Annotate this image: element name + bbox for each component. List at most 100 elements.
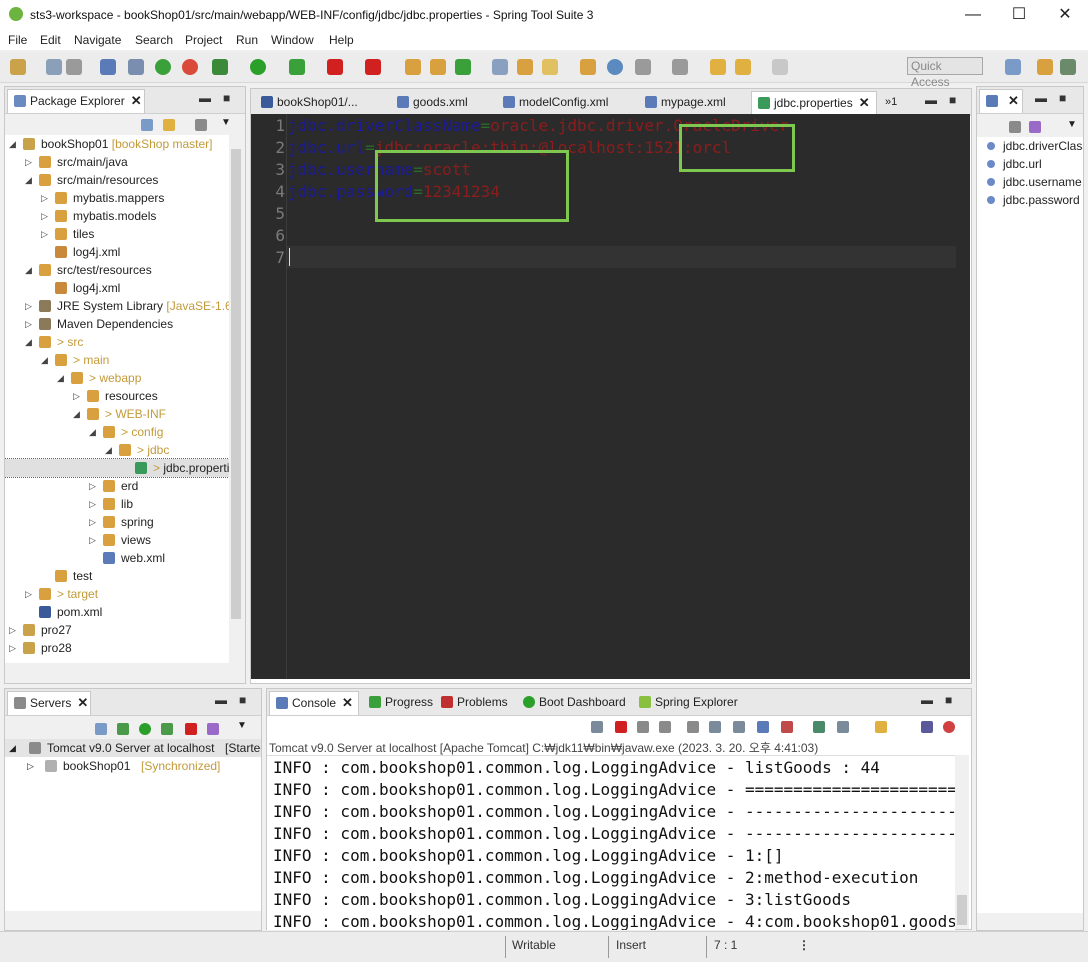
servers-hscroll[interactable] <box>5 911 261 927</box>
tree-item[interactable]: ▷ mybatis.mappers <box>5 189 229 207</box>
expand-icon[interactable]: ▷ <box>89 477 97 495</box>
collapse-all-icon[interactable] <box>95 723 107 735</box>
boot-run-icon[interactable] <box>155 59 171 75</box>
tree-item[interactable]: ▷ mybatis.models <box>5 207 229 225</box>
expand-icon[interactable]: ◢ <box>9 739 16 757</box>
close-icon[interactable]: ✕ <box>859 95 870 110</box>
expand-icon[interactable]: ▷ <box>25 297 33 315</box>
close-button[interactable]: ✕ <box>1042 0 1088 30</box>
external-tools-icon[interactable] <box>365 59 381 75</box>
maximize-button[interactable]: ☐ <box>996 0 1042 30</box>
tab-outline[interactable]: ✕ <box>979 89 1023 113</box>
menu-search[interactable]: Search <box>135 33 173 47</box>
link-editor-icon[interactable] <box>163 119 175 131</box>
scroll-lock-icon[interactable] <box>709 721 721 733</box>
quick-access-input[interactable]: Quick Access <box>907 57 983 89</box>
tree-item[interactable]: ◢ src/main/resources <box>5 171 229 189</box>
open-perspective-icon[interactable] <box>1005 59 1021 75</box>
tree-item[interactable]: ◢ > WEB-INF <box>5 405 229 423</box>
collapse-icon[interactable]: ◢ <box>25 261 33 279</box>
menu-window[interactable]: Window <box>271 33 314 47</box>
package-tree-hscroll[interactable] <box>5 663 229 677</box>
outline-item[interactable]: jdbc.username <box>987 173 1082 191</box>
minimize-view-icon[interactable]: ▬ <box>1035 91 1047 105</box>
tab-package-explorer[interactable]: Package Explorer ✕ <box>7 89 145 113</box>
stop-server-icon[interactable] <box>185 723 197 735</box>
tree-item[interactable]: web.xml <box>5 549 229 567</box>
save-all-icon[interactable] <box>66 59 82 75</box>
tree-item[interactable]: ◢ src/test/resources <box>5 261 229 279</box>
tree-item[interactable]: ▷ pro28 <box>5 639 229 657</box>
java-ee-perspective-icon[interactable] <box>1037 59 1053 75</box>
minimize-button[interactable]: — <box>950 0 996 30</box>
run-server-icon[interactable] <box>289 59 305 75</box>
minimize-view-icon[interactable]: ▬ <box>921 693 933 707</box>
tree-item[interactable]: ▷ pro27 <box>5 621 229 639</box>
view-menu-icon[interactable]: ▼ <box>1067 119 1077 130</box>
tree-item[interactable]: log4j.xml <box>5 243 229 261</box>
expand-icon[interactable]: ▷ <box>89 531 97 549</box>
status-more-icon[interactable]: ⋮ <box>798 938 810 952</box>
open-type-icon[interactable] <box>492 59 508 75</box>
maximize-view-icon[interactable]: ■ <box>949 93 956 107</box>
last-edit-icon[interactable] <box>710 59 726 75</box>
tab-jdbc-properties[interactable]: jdbc.properties ✕ <box>751 91 877 115</box>
highlight-icon[interactable] <box>542 59 558 75</box>
show-on-error-icon[interactable] <box>781 721 793 733</box>
expand-icon[interactable]: ▷ <box>41 207 49 225</box>
show-on-output-icon[interactable] <box>757 721 769 733</box>
maximize-view-icon[interactable]: ■ <box>239 693 246 707</box>
tree-item[interactable]: test <box>5 567 229 585</box>
collapse-icon[interactable]: ◢ <box>73 405 81 423</box>
debug-server-icon[interactable] <box>117 723 129 735</box>
pin-editor-icon[interactable] <box>635 59 651 75</box>
tree-item[interactable]: ▷ > target <box>5 585 229 603</box>
outline-item[interactable]: jdbc.url <box>987 155 1042 173</box>
tree-item[interactable]: ▷ views <box>5 531 229 549</box>
collapse-icon[interactable]: ◢ <box>89 423 97 441</box>
properties-icon[interactable] <box>921 721 933 733</box>
tree-item[interactable]: ▷ Maven Dependencies <box>5 315 229 333</box>
tree-item[interactable]: ◢ > jdbc <box>5 441 229 459</box>
expand-icon[interactable]: ▷ <box>73 387 81 405</box>
tab-boot-dashboard[interactable]: Boot Dashboard <box>517 691 632 715</box>
menu-edit[interactable]: Edit <box>40 33 61 47</box>
tab-servers[interactable]: Servers ✕ <box>7 691 91 715</box>
close-icon[interactable]: ✕ <box>131 93 142 108</box>
expand-icon[interactable]: ▷ <box>27 757 34 775</box>
refresh-icon[interactable] <box>591 721 603 733</box>
tab-progress[interactable]: Progress <box>363 691 439 715</box>
server-row[interactable]: ◢ Tomcat v9.0 Server at localhost [Started… <box>5 739 261 757</box>
maximize-view-icon[interactable]: ■ <box>223 91 230 105</box>
maximize-view-icon[interactable]: ■ <box>1059 91 1066 105</box>
console-vscroll[interactable] <box>955 755 969 929</box>
expand-icon[interactable]: ▷ <box>89 513 97 531</box>
menu-navigate[interactable]: Navigate <box>74 33 121 47</box>
forward-icon[interactable] <box>772 59 788 75</box>
status-insert-mode[interactable]: Insert <box>616 938 646 952</box>
globe-icon[interactable] <box>607 59 623 75</box>
remove-all-icon[interactable] <box>659 721 671 733</box>
stop-icon[interactable] <box>327 59 343 75</box>
minimize-view-icon[interactable]: ▬ <box>199 91 211 105</box>
start-server-icon[interactable] <box>139 723 151 735</box>
outline-item[interactable]: jdbc.driverClassName <box>987 137 1083 155</box>
tree-item[interactable]: pom.xml <box>5 603 229 621</box>
server-module-row[interactable]: ▷ bookShop01 [Synchronized] <box>5 757 261 775</box>
menu-run[interactable]: Run <box>236 33 258 47</box>
expand-icon[interactable]: ▷ <box>41 225 49 243</box>
tab-mypage-xml[interactable]: mypage.xml <box>639 91 732 115</box>
tab-modelconfig-xml[interactable]: modelConfig.xml <box>497 91 614 115</box>
outline-item[interactable]: jdbc.password <box>987 191 1080 209</box>
tree-item[interactable]: ▷ lib <box>5 495 229 513</box>
new-class-icon[interactable] <box>455 59 471 75</box>
focus-task-icon[interactable] <box>195 119 207 131</box>
console-output[interactable]: INFO : com.bookshop01.common.log.Logging… <box>267 755 955 930</box>
skip-breakpoints-icon[interactable] <box>128 59 144 75</box>
close-icon[interactable]: ✕ <box>1008 93 1019 108</box>
code-editor[interactable]: 1 jdbc.driverClassName=oracle.jdbc.driver… <box>251 114 956 679</box>
expand-icon[interactable]: ▷ <box>41 189 49 207</box>
expand-icon[interactable]: ▷ <box>25 315 33 333</box>
tree-item[interactable]: ▷ resources <box>5 387 229 405</box>
menu-file[interactable]: File <box>8 33 27 47</box>
